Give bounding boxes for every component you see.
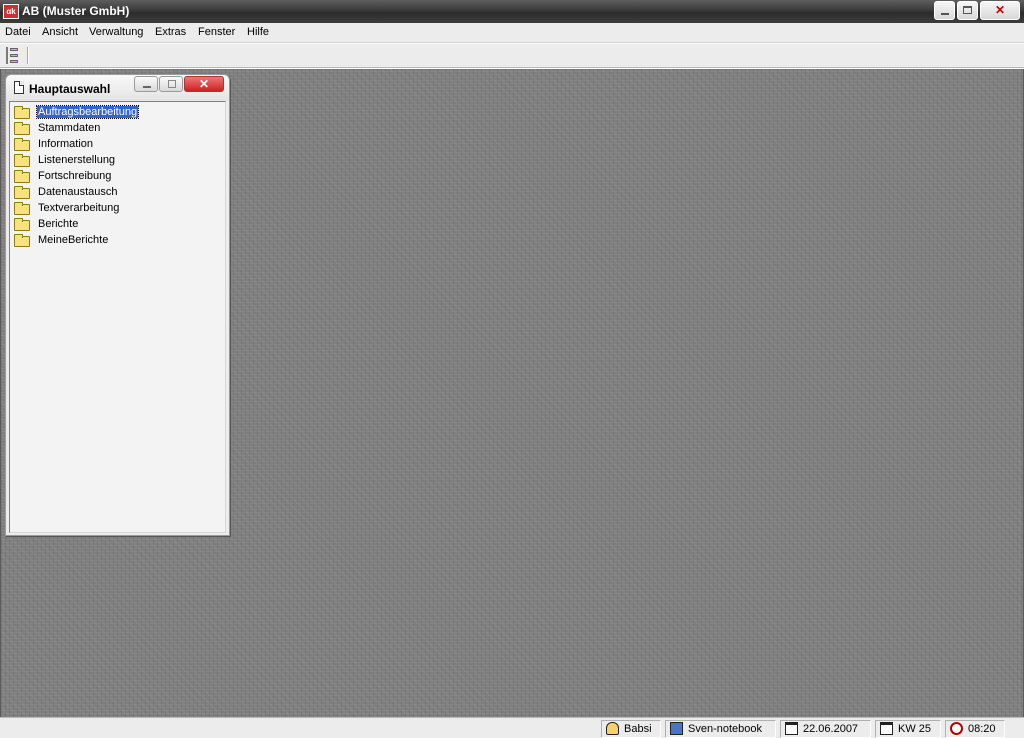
window-controls: ✕ (934, 1, 1020, 20)
menu-hilfe[interactable]: Hilfe (247, 26, 269, 38)
child-maximize-button[interactable] (159, 76, 183, 92)
maximize-button[interactable] (957, 1, 978, 20)
folder-icon (14, 218, 30, 231)
minimize-icon (941, 13, 949, 15)
close-button[interactable]: ✕ (980, 1, 1020, 20)
folder-icon (14, 186, 30, 199)
computer-icon (670, 722, 683, 735)
status-time-text: 08:20 (968, 723, 996, 735)
status-computer: Sven-notebook (665, 720, 776, 738)
child-window-titlebar[interactable]: Hauptauswahl ✕ (6, 75, 229, 101)
tree-item-label: Stammdaten (38, 122, 101, 134)
child-minimize-button[interactable] (134, 76, 158, 92)
main-selection-window[interactable]: Hauptauswahl ✕ Auftragsbearbeitung Stamm… (5, 74, 230, 536)
folder-icon (14, 106, 30, 119)
status-computer-text: Sven-notebook (688, 723, 762, 735)
maximize-icon (168, 80, 176, 88)
status-week-text: KW 25 (898, 723, 932, 735)
toolbar (0, 44, 1024, 68)
toolbar-separator (27, 47, 29, 64)
calendar-icon (785, 722, 798, 735)
calendar-week-icon (880, 722, 893, 735)
status-time: 08:20 (945, 720, 1005, 738)
tree-view-icon[interactable] (5, 47, 19, 64)
close-icon: ✕ (198, 77, 210, 91)
child-window-controls: ✕ (134, 76, 224, 92)
menu-bar: Datei Ansicht Verwaltung Extras Fenster … (0, 23, 1024, 43)
folder-icon (14, 138, 30, 151)
tree-item-label: Berichte (38, 218, 79, 230)
menu-fenster[interactable]: Fenster (198, 26, 235, 38)
status-date: 22.06.2007 (780, 720, 871, 738)
child-window-title: Hauptauswahl (29, 82, 111, 96)
navigation-tree[interactable]: Auftragsbearbeitung Stammdaten Informati… (9, 101, 226, 533)
tree-item-label: Fortschreibung (38, 170, 112, 182)
tree-item-label: Datenaustausch (38, 186, 118, 198)
status-user: Babsi (601, 720, 661, 738)
status-week: KW 25 (875, 720, 941, 738)
menu-ansicht[interactable]: Ansicht (42, 26, 78, 38)
document-icon (14, 81, 24, 94)
restore-icon (963, 6, 972, 14)
child-close-button[interactable]: ✕ (184, 76, 224, 92)
minimize-button[interactable] (934, 1, 955, 20)
menu-verwaltung[interactable]: Verwaltung (89, 26, 143, 38)
clock-icon (950, 722, 963, 735)
user-icon (606, 722, 619, 735)
menu-extras[interactable]: Extras (155, 26, 186, 38)
menu-datei[interactable]: Datei (5, 26, 31, 38)
folder-icon (14, 202, 30, 215)
folder-icon (14, 154, 30, 167)
folder-icon (14, 234, 30, 247)
folder-icon (14, 170, 30, 183)
folder-icon (14, 122, 30, 135)
close-icon: ✕ (994, 3, 1006, 17)
minimize-icon (143, 86, 151, 88)
app-icon[interactable]: αk (3, 4, 19, 19)
tree-item-label: Information (38, 138, 94, 150)
tree-item-label: MeineBerichte (38, 234, 109, 246)
window-titlebar[interactable]: αk AB (Muster GmbH) ✕ (0, 0, 1024, 23)
window-title: AB (Muster GmbH) (22, 4, 130, 18)
status-date-text: 22.06.2007 (803, 723, 859, 735)
status-user-text: Babsi (624, 723, 652, 735)
tree-item-label: Listenerstellung (38, 154, 116, 166)
status-bar: Babsi Sven-notebook 22.06.2007 KW 25 08:… (0, 717, 1024, 738)
tree-item-label: Textverarbeitung (38, 202, 120, 214)
tree-item-label: Auftragsbearbeitung (35, 105, 140, 119)
